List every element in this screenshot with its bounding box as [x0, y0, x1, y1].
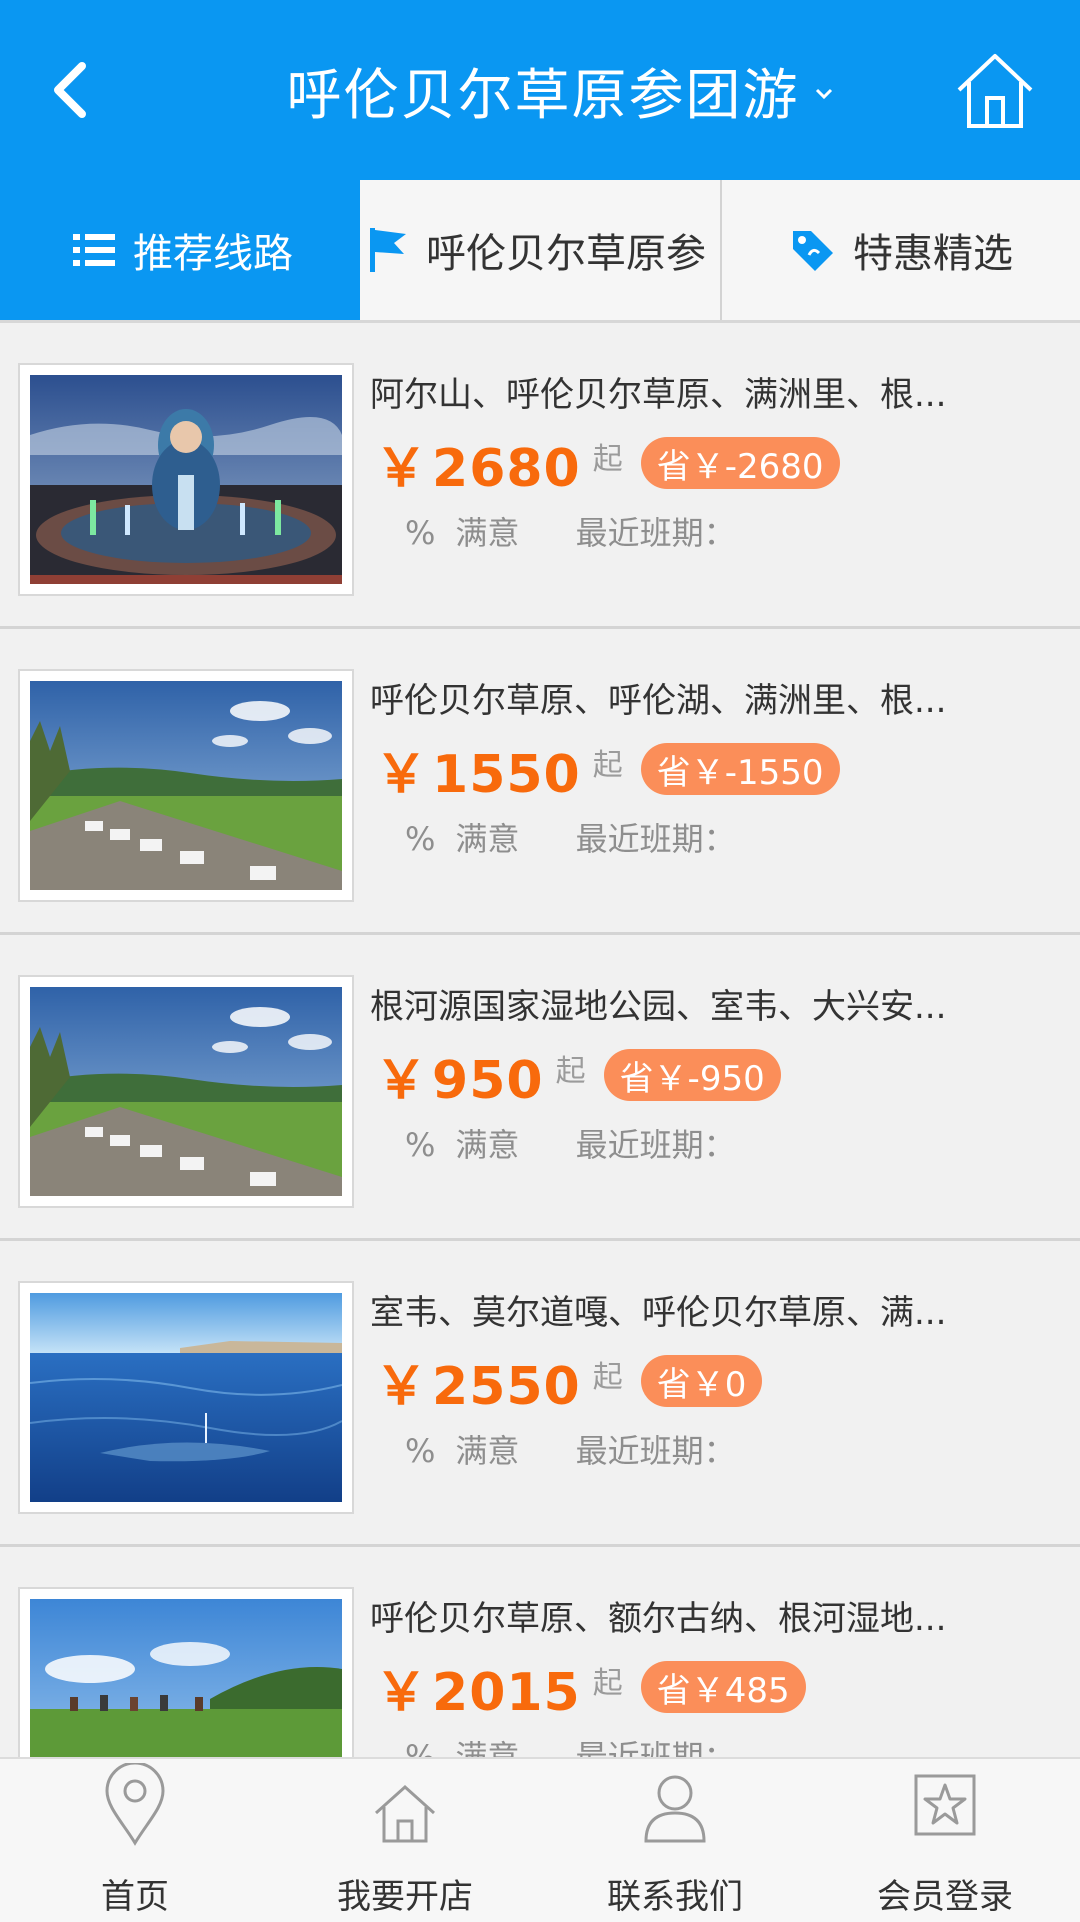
satisfaction: % 满意	[405, 1432, 520, 1470]
list-item[interactable]: 根河源国家湿地公园、室韦、大兴安... ￥950 起 省￥-950 % 满意 最近…	[0, 935, 1080, 1241]
list-icon	[73, 234, 115, 266]
schedule-label: 最近班期：	[575, 514, 736, 552]
home-button[interactable]	[950, 45, 1040, 135]
back-button[interactable]	[30, 50, 110, 130]
meta-row: % 满意 最近班期：	[405, 1120, 736, 1166]
savings-badge: 省￥-2680	[640, 437, 840, 489]
bottom-nav: 首页 我要开店 联系我们 会员登录	[0, 1757, 1080, 1922]
lake-water-photo	[30, 1293, 342, 1502]
tab-label: 特惠精选	[853, 231, 1013, 277]
chevron-left-icon	[54, 62, 86, 118]
product-thumbnail	[18, 975, 354, 1208]
savings-badge: 省￥-1550	[640, 743, 840, 795]
price-row: ￥2680 起 省￥-2680	[375, 428, 840, 499]
grassland-campsite-photo	[30, 681, 342, 890]
page-title: 呼伦贝尔草原参团游	[286, 63, 800, 127]
tab-special-offers[interactable]: 特惠精选	[722, 180, 1080, 320]
nav-label: 首页	[101, 1877, 169, 1917]
tab-recommended-routes[interactable]: 推荐线路	[0, 180, 360, 320]
satisfaction: % 满意	[405, 1126, 520, 1164]
list-item[interactable]: 室韦、莫尔道嘎、呼伦贝尔草原、满... ￥2550 起 省￥0 % 满意 最近班期…	[0, 1241, 1080, 1547]
price-from-label: 起	[592, 1360, 623, 1395]
meta-row: % 满意 最近班期：	[405, 1732, 736, 1757]
horse-riding-photo	[30, 1599, 342, 1757]
product-title: 呼伦贝尔草原、额尔古纳、根河湿地...	[370, 1599, 947, 1639]
product-thumbnail	[18, 363, 354, 596]
price: ￥2680	[375, 438, 581, 499]
savings-badge: 省￥485	[640, 1661, 806, 1713]
price: ￥2550	[375, 1356, 581, 1417]
nav-member-login[interactable]: 会员登录	[810, 1759, 1080, 1922]
list-item[interactable]: 呼伦贝尔草原、额尔古纳、根河湿地... ￥2015 起 省￥485 % 满意 最近…	[0, 1547, 1080, 1757]
product-title: 阿尔山、呼伦贝尔草原、满洲里、根...	[370, 375, 947, 415]
price-row: ￥2015 起 省￥485	[375, 1652, 806, 1723]
product-thumbnail	[18, 669, 354, 902]
nav-home[interactable]: 首页	[0, 1759, 270, 1922]
nav-open-store[interactable]: 我要开店	[270, 1759, 540, 1922]
home-icon	[957, 54, 1033, 128]
price-row: ￥2550 起 省￥0	[375, 1346, 763, 1417]
location-pin-icon	[105, 1763, 165, 1846]
tab-label: 推荐线路	[133, 231, 293, 277]
meta-row: % 满意 最近班期：	[405, 814, 736, 860]
meta-row: % 满意 最近班期：	[405, 508, 736, 554]
nav-label: 联系我们	[607, 1877, 743, 1917]
list-item[interactable]: 呼伦贝尔草原、呼伦湖、满洲里、根... ￥1550 起 省￥-1550 % 满意 …	[0, 629, 1080, 935]
satisfaction: % 满意	[405, 820, 520, 858]
product-thumbnail	[18, 1587, 354, 1757]
star-icon	[914, 1774, 976, 1836]
home-icon	[374, 1784, 436, 1843]
tag-icon	[793, 231, 833, 271]
list-item[interactable]: 阿尔山、呼伦贝尔草原、满洲里、根... ￥2680 起 省￥-2680 % 满意 …	[0, 323, 1080, 629]
nav-label: 会员登录	[877, 1877, 1013, 1917]
price-row: ￥1550 起 省￥-1550	[375, 734, 840, 805]
user-icon	[644, 1775, 706, 1843]
price-from-label: 起	[592, 442, 623, 477]
nav-contact-us[interactable]: 联系我们	[540, 1759, 810, 1922]
chevron-down-icon	[815, 88, 832, 100]
grassland-campsite-photo	[30, 987, 342, 1196]
schedule-label: 最近班期：	[575, 1126, 736, 1164]
tab-hulunbuir-group[interactable]: 呼伦贝尔草原参	[360, 180, 722, 320]
product-title: 呼伦贝尔草原、呼伦湖、满洲里、根...	[370, 681, 947, 721]
title-dropdown[interactable]: 呼伦贝尔草原参团游	[240, 0, 880, 180]
flag-icon	[370, 228, 406, 272]
meta-row: % 满意 最近班期：	[405, 1426, 736, 1472]
price-from-label: 起	[555, 1054, 586, 1089]
tab-bar: 推荐线路 呼伦贝尔草原参 特惠精选	[0, 180, 1080, 323]
satisfaction: % 满意	[405, 1738, 520, 1757]
product-title: 根河源国家湿地公园、室韦、大兴安...	[370, 987, 947, 1027]
product-thumbnail	[18, 1281, 354, 1514]
price-from-label: 起	[592, 1666, 623, 1701]
schedule-label: 最近班期：	[575, 1738, 736, 1757]
savings-badge: 省￥0	[640, 1355, 763, 1407]
product-title: 室韦、莫尔道嘎、呼伦贝尔草原、满...	[370, 1293, 947, 1333]
app-header: 呼伦贝尔草原参团游	[0, 0, 1080, 180]
schedule-label: 最近班期：	[575, 820, 736, 858]
price: ￥2015	[375, 1662, 581, 1723]
price: ￥1550	[375, 744, 581, 805]
price: ￥950	[375, 1050, 544, 1111]
schedule-label: 最近班期：	[575, 1432, 736, 1470]
product-list: 阿尔山、呼伦贝尔草原、满洲里、根... ￥2680 起 省￥-2680 % 满意 …	[0, 323, 1080, 1757]
price-row: ￥950 起 省￥-950	[375, 1040, 781, 1111]
satisfaction: % 满意	[405, 514, 520, 552]
savings-badge: 省￥-950	[603, 1049, 781, 1101]
fountain-square-photo	[30, 375, 342, 584]
tab-label: 呼伦贝尔草原参	[426, 231, 706, 277]
nav-label: 我要开店	[337, 1877, 473, 1917]
price-from-label: 起	[592, 748, 623, 783]
